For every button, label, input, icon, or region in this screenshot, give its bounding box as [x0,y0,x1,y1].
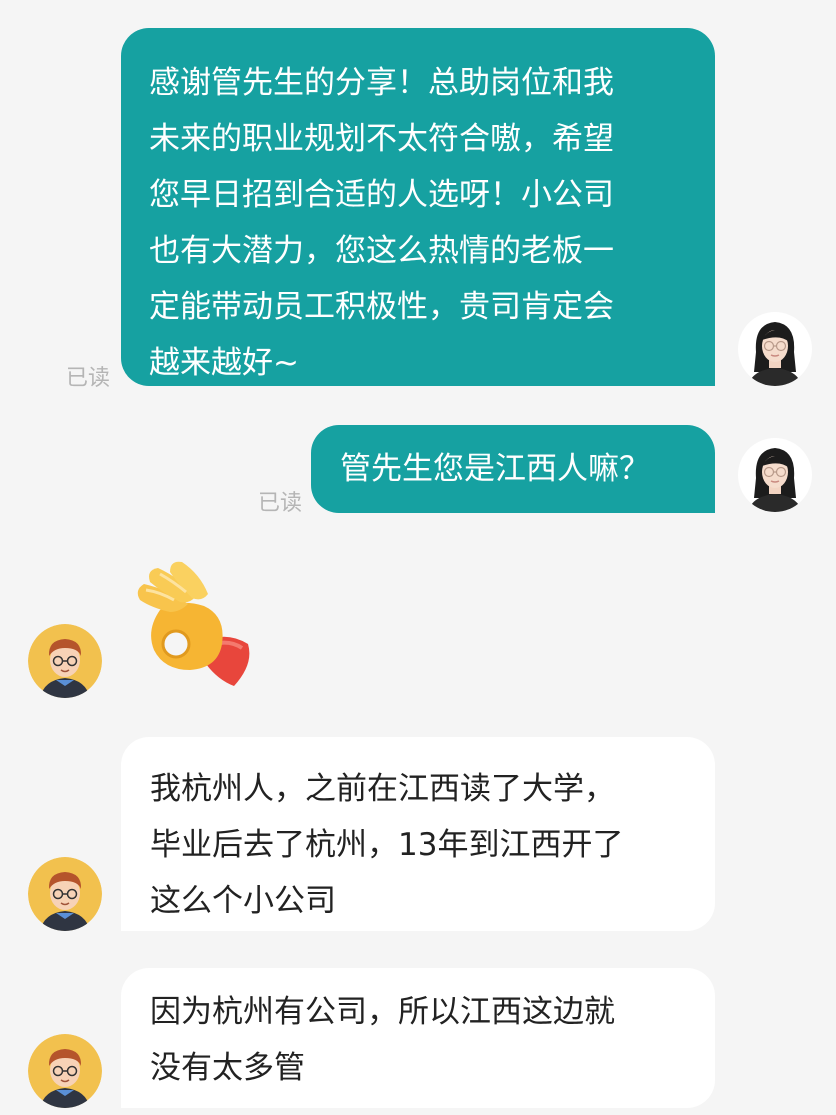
message-text-line: 这么个小公司 [150,883,336,919]
message-text-line: 您早日招到合适的人选呀！小公司 [149,177,614,213]
read-status: 已读 [258,491,303,516]
message-bubble-outgoing[interactable]: 管先生您是江西人嘛？ [311,425,715,513]
message-text-line: 管先生您是江西人嘛？ [340,451,650,487]
message-bubble-outgoing[interactable]: 感谢管先生的分享！总助岗位和我 未来的职业规划不太符合嗷，希望 您早日招到合适的… [121,28,715,386]
message-bubble-incoming[interactable]: 因为杭州有公司，所以江西这边就 没有太多管 [121,968,715,1108]
message-text-line: 没有太多管 [150,1050,305,1086]
contact-avatar[interactable] [28,857,102,931]
my-avatar[interactable] [738,438,812,512]
message-text-line: 毕业后去了杭州，13年到江西开了 [150,827,624,863]
message-text-line: 感谢管先生的分享！总助岗位和我 [149,65,614,101]
message-text-line: 未来的职业规划不太符合嗷，希望 [149,121,614,157]
message-text-line: 也有大潜力，您这么热情的老板一 [149,233,614,269]
my-avatar[interactable] [738,312,812,386]
female-avatar-icon [738,312,812,386]
read-status: 已读 [66,366,111,391]
message-text-line: 我杭州人，之前在江西读了大学， [150,771,615,807]
message-text-line: 因为杭州有公司，所以江西这边就 [150,994,615,1030]
ok-hand-icon [137,561,250,686]
male-cartoon-avatar-icon [28,624,102,698]
ok-hand-emoji[interactable] [130,560,258,692]
male-cartoon-avatar-icon [28,1034,102,1108]
message-text-line: 定能带动员工积极性，贵司肯定会 [149,289,614,325]
male-cartoon-avatar-icon [28,857,102,931]
message-bubble-incoming[interactable]: 我杭州人，之前在江西读了大学， 毕业后去了杭州，13年到江西开了 这么个小公司 [121,737,715,931]
contact-avatar[interactable] [28,624,102,698]
female-avatar-icon [738,438,812,512]
message-text-line: 越来越好~ [149,345,299,381]
contact-avatar[interactable] [28,1034,102,1108]
